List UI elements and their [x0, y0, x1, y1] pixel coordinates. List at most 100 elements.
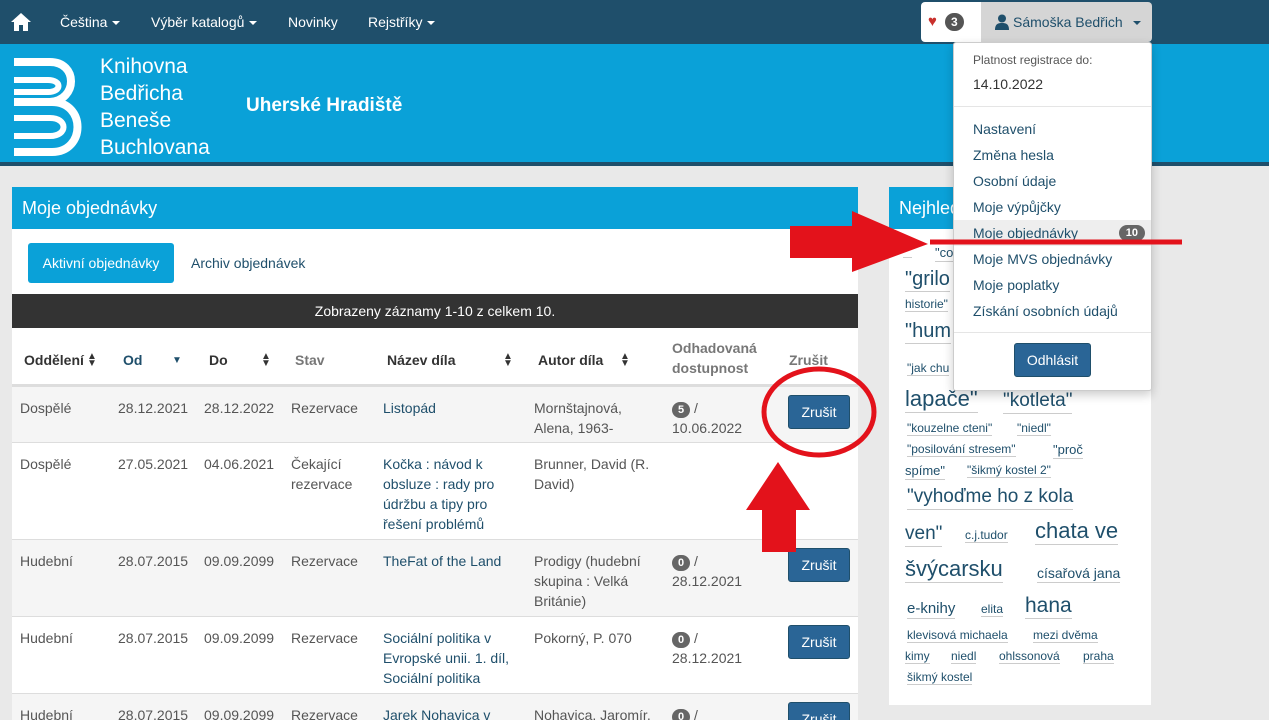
- sort-icon[interactable]: ▲ ▼: [87, 352, 97, 369]
- sort-icon[interactable]: ▲ ▼: [620, 352, 630, 369]
- menu-item-my-loans[interactable]: Moje výpůjčky: [954, 194, 1151, 220]
- tag-link[interactable]: "vyhoďme ho z kola: [907, 486, 1074, 510]
- orders-panel: Moje objednávky Aktivní objednávky Archi…: [12, 187, 858, 720]
- menu-item-settings[interactable]: Nastavení: [954, 116, 1151, 142]
- library-logo[interactable]: [10, 56, 88, 156]
- cell-availability: 0 /: [672, 705, 698, 720]
- tag-link[interactable]: ohlssonová: [999, 649, 1060, 665]
- tag-link[interactable]: c.j.tudor: [965, 528, 1008, 544]
- cancel-order-button[interactable]: Zrušit: [788, 395, 850, 429]
- menu-item-mvs-orders[interactable]: Moje MVS objednávky: [954, 246, 1151, 272]
- cell-to: 28.12.2022: [204, 400, 275, 416]
- cell-status: Čekající rezervace: [291, 456, 353, 492]
- column-header-from[interactable]: Od: [123, 352, 142, 368]
- sort-icon[interactable]: ▲ ▼: [261, 352, 271, 369]
- tag-link[interactable]: "šikmý kostel 2": [967, 463, 1051, 479]
- tag-link[interactable]: elita: [981, 602, 1004, 618]
- cell-author: Prodigy (hudební skupina : Velká Británie): [534, 553, 641, 609]
- heart-icon: ♥: [928, 13, 937, 30]
- menu-item-my-orders[interactable]: Moje objednávky 10: [954, 220, 1151, 246]
- column-header-department[interactable]: Oddělení: [24, 352, 84, 368]
- cell-from: 28.12.2021: [118, 400, 189, 416]
- sort-desc-icon[interactable]: ▼: [172, 356, 182, 366]
- cell-title-link[interactable]: Jarek Nohavica v: [383, 705, 490, 720]
- cell-author: Mornštajnová, Alena, 1963-: [534, 400, 622, 436]
- cell-title-link[interactable]: Sociální politika v Evropské unii. 1. díl…: [383, 628, 509, 688]
- home-icon[interactable]: [10, 11, 32, 33]
- tag-link[interactable]: "hum: [905, 319, 952, 344]
- tag-link[interactable]: "": [903, 243, 912, 259]
- cell-department: Hudební: [20, 553, 73, 569]
- menu-item-personal-data-request[interactable]: Získání osobních údajů: [954, 298, 1151, 324]
- tag-link[interactable]: e-knihy: [907, 600, 956, 619]
- tag-link[interactable]: mezi dvěma: [1033, 628, 1098, 644]
- table-row: Dospělé 27.05.2021 04.06.2021 Čekající re…: [12, 442, 858, 539]
- nav-catalogs[interactable]: Výběr katalogů: [151, 14, 258, 30]
- menu-item-my-fees[interactable]: Moje poplatky: [954, 272, 1151, 298]
- tag-link[interactable]: "posilování stresem": [907, 442, 1016, 458]
- tag-link[interactable]: ven": [905, 523, 943, 547]
- tag-link[interactable]: "co: [935, 245, 954, 262]
- column-header-author[interactable]: Autor díla: [538, 352, 603, 368]
- tag-link[interactable]: šikmý kostel: [907, 670, 973, 686]
- cell-from: 28.07.2015: [118, 553, 189, 569]
- registration-label: Platnost registrace do:: [973, 53, 1093, 67]
- cell-to: 09.09.2099: [204, 630, 275, 646]
- column-header-to[interactable]: Do: [209, 352, 228, 368]
- user-menu-button[interactable]: Sámoška Bedřich: [981, 2, 1152, 42]
- tag-link[interactable]: klevisová michaela: [907, 628, 1008, 644]
- cell-author: Pokorný, P. 070: [534, 630, 632, 646]
- tab-orders-archive[interactable]: Archiv objednávek: [191, 243, 305, 283]
- sort-icon[interactable]: ▲ ▼: [503, 352, 513, 369]
- logout-button[interactable]: Odhlásit: [1014, 343, 1091, 377]
- tag-link[interactable]: císařová jana: [1037, 565, 1121, 583]
- nav-language[interactable]: Čeština: [60, 14, 121, 30]
- tag-link[interactable]: "proč: [1053, 442, 1083, 459]
- tag-link[interactable]: "kouzelne cteni": [907, 421, 993, 437]
- tag-link[interactable]: praha: [1083, 649, 1114, 665]
- cell-from: 28.07.2015: [118, 707, 189, 720]
- tag-link[interactable]: niedl: [951, 649, 977, 665]
- cancel-order-button[interactable]: Zrušit: [788, 625, 850, 659]
- tag-link[interactable]: "kotleta": [1003, 390, 1073, 414]
- tab-active-orders[interactable]: Aktivní objednávky: [28, 243, 174, 283]
- user-dropdown-menu: Platnost registrace do: 14.10.2022 Nasta…: [953, 42, 1152, 391]
- column-header-title[interactable]: Název díla: [387, 352, 455, 368]
- queue-badge: 0: [672, 632, 691, 648]
- tag-link[interactable]: spíme": [905, 463, 946, 480]
- tag-link[interactable]: "jak chu: [907, 361, 950, 377]
- column-header-availability: Odhadovaná dostupnost: [672, 340, 757, 376]
- favorites-button[interactable]: ♥ 3: [921, 2, 981, 42]
- tag-link[interactable]: kimy: [905, 649, 930, 665]
- menu-item-personal-data[interactable]: Osobní údaje: [954, 168, 1151, 194]
- cell-status: Rezervace: [291, 707, 358, 720]
- records-count-bar: Zobrazeny záznamy 1-10 z celkem 10.: [12, 294, 858, 328]
- cell-title-link[interactable]: Kočka : návod k obsluze : rady pro údržbu …: [383, 454, 494, 534]
- cell-department: Dospělé: [20, 400, 72, 416]
- tag-link[interactable]: švýcarsku: [905, 556, 1003, 584]
- table-row: Dospělé 28.12.2021 28.12.2022 Rezervace …: [12, 386, 858, 442]
- cell-department: Dospělé: [20, 456, 72, 472]
- cell-title-link[interactable]: TheFat of the Land: [383, 551, 501, 571]
- menu-item-change-password[interactable]: Změna hesla: [954, 142, 1151, 168]
- tag-link[interactable]: "niedl": [1017, 421, 1051, 437]
- cancel-order-button[interactable]: Zrušit: [788, 548, 850, 582]
- tag-link[interactable]: "grilo: [905, 267, 950, 292]
- tag-link[interactable]: hana: [1025, 593, 1072, 620]
- cell-title-link[interactable]: Listopád: [383, 398, 436, 418]
- cell-department: Hudební: [20, 707, 73, 720]
- tag-link[interactable]: chata ve: [1035, 518, 1119, 546]
- nav-news[interactable]: Novinky: [288, 14, 338, 30]
- cancel-order-button[interactable]: Zrušit: [788, 702, 850, 720]
- queue-badge: 5: [672, 402, 691, 418]
- cell-to: 09.09.2099: [204, 707, 275, 720]
- cell-to: 09.09.2099: [204, 553, 275, 569]
- logo-text-line: Bedřicha: [100, 82, 183, 105]
- logo-text-line: Beneše: [100, 109, 172, 132]
- cell-author: Brunner, David (R. David): [534, 456, 650, 492]
- nav-indexes[interactable]: Rejstříky: [368, 14, 436, 30]
- top-navbar: Čeština Výběr katalogů Novinky Rejstříky…: [0, 0, 1269, 44]
- queue-badge: 0: [672, 555, 691, 571]
- table-row: Hudební 28.07.2015 09.09.2099 Rezervace …: [12, 693, 858, 720]
- tag-link[interactable]: historie": [905, 297, 948, 313]
